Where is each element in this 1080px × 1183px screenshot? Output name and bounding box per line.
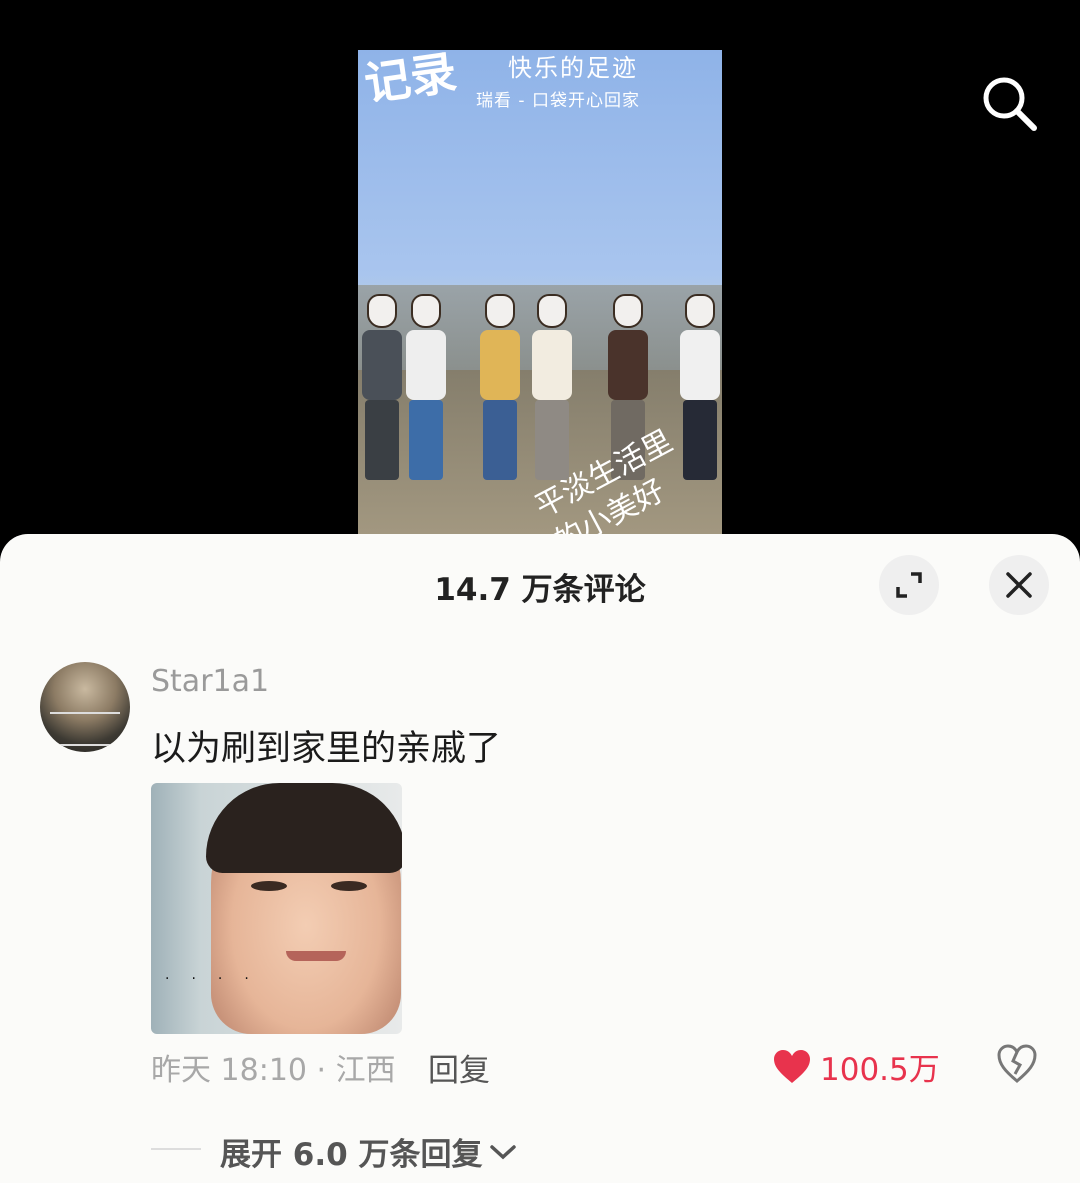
expand-button[interactable]	[879, 555, 939, 615]
expand-icon	[896, 572, 922, 598]
video-frame[interactable]: 记录 快乐的足迹 瑞看 - 口袋开心回家 平淡生活里 的小美好	[358, 50, 722, 550]
mouth-shape	[286, 951, 346, 961]
video-caption: 瑞看 - 口袋开心回家	[476, 91, 640, 111]
replies-divider	[151, 1148, 201, 1150]
hair-shape	[206, 783, 402, 873]
dislike-button[interactable]	[996, 1044, 1038, 1084]
video-person	[480, 294, 520, 480]
search-button[interactable]	[980, 74, 1040, 134]
video-subtitle: 快乐的足迹	[508, 54, 638, 82]
chevron-down-icon	[489, 1144, 516, 1159]
comment-username[interactable]: Star1a1	[151, 664, 269, 699]
close-icon	[1006, 572, 1032, 598]
video-title: 记录	[361, 50, 460, 112]
like-count: 100.5万	[820, 1052, 940, 1088]
video-person	[532, 294, 572, 480]
heart-icon	[774, 1049, 810, 1083]
video-area[interactable]: 记录 快乐的足迹 瑞看 - 口袋开心回家 平淡生活里 的小美好	[0, 0, 1080, 560]
expand-replies-button[interactable]: 展开 6.0 万条回复	[220, 1129, 517, 1174]
video-person	[362, 294, 402, 480]
comment-image[interactable]: ....	[151, 783, 402, 1034]
avatar[interactable]	[40, 662, 130, 752]
eye-shape	[251, 881, 287, 891]
expand-replies-label: 展开 6.0 万条回复	[220, 1137, 483, 1173]
avatar-pattern	[50, 712, 120, 746]
like-button[interactable]: 100.5万	[772, 1044, 940, 1089]
comment-meta: 昨天 18:10 · 江西	[151, 1053, 396, 1088]
comment-text: 以为刷到家里的亲戚了	[151, 729, 502, 769]
reply-button[interactable]: 回复	[428, 1045, 490, 1090]
eye-shape	[331, 881, 367, 891]
broken-heart-icon	[997, 1044, 1037, 1083]
video-person	[406, 294, 446, 480]
close-button[interactable]	[989, 555, 1049, 615]
search-icon	[983, 77, 1037, 131]
comments-sheet: 14.7 万条评论 Star1a1 以为刷到家里的亲戚了 .... 昨天 18:…	[0, 534, 1080, 1183]
image-dots: ....	[165, 967, 271, 983]
